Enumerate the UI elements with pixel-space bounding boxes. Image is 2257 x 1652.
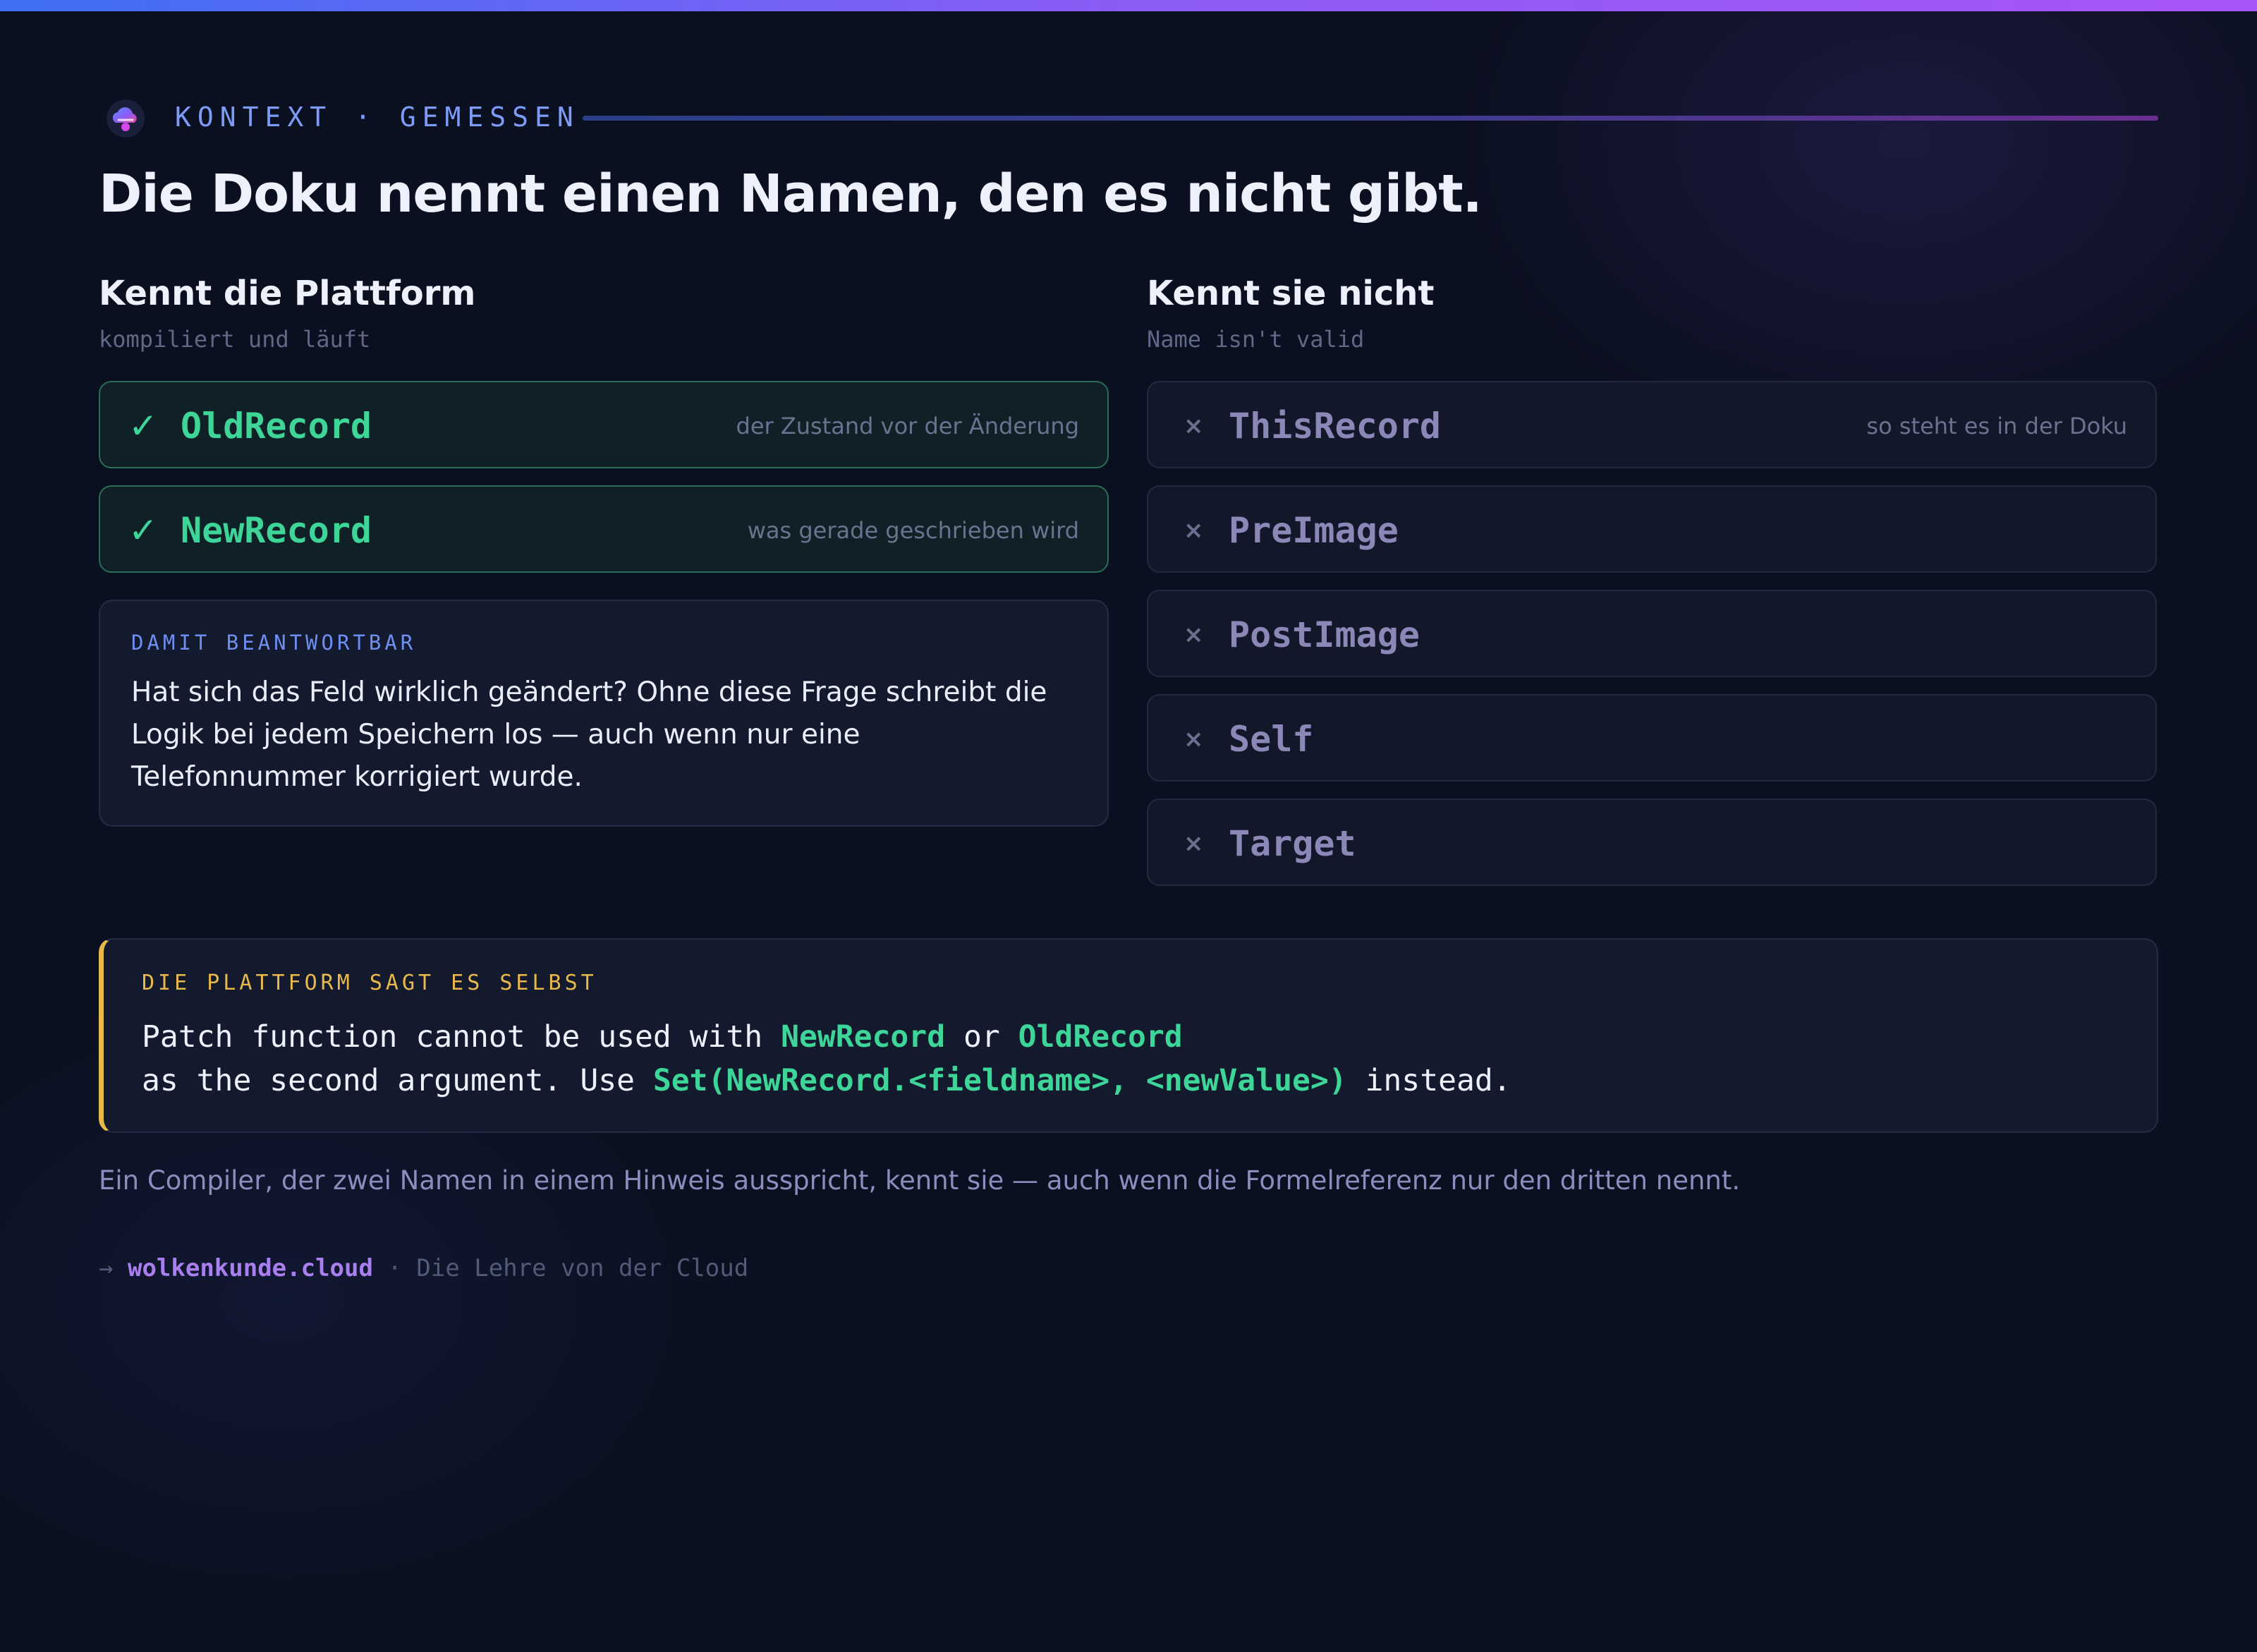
top-gradient-bar: [0, 0, 2257, 11]
code-highlight: NewRecord: [781, 1019, 946, 1055]
unknown-item-name: Target: [1229, 823, 1356, 864]
known-item-newrecord: ✓ NewRecord was gerade geschrieben wird: [99, 485, 1109, 573]
eyebrow-divider: [583, 116, 2158, 121]
site-link[interactable]: wolkenkunde.cloud: [128, 1254, 373, 1282]
known-subheading: kompiliert und läuft: [99, 326, 371, 353]
known-item-oldrecord: ✓ OldRecord der Zustand vor der Änderung: [99, 381, 1109, 468]
unknown-heading: Kennt sie nicht: [1147, 274, 1435, 313]
unknown-item-preimage: × PreImage: [1147, 485, 2157, 573]
unknown-names-column: Kennt sie nicht Name isn't valid × ThisR…: [1147, 274, 2157, 886]
unknown-item-name: PostImage: [1229, 614, 1420, 655]
code-highlight: Set(NewRecord.<fieldname>, <newValue>): [652, 1063, 1347, 1098]
unknown-subheading: Name isn't valid: [1147, 326, 1365, 353]
cross-icon: ×: [1184, 621, 1204, 649]
eyebrow-label: KONTEXT · GEMESSEN: [175, 102, 580, 133]
known-item-note: der Zustand vor der Änderung: [736, 413, 1080, 439]
platform-quote: DIE PLATTFORM SAGT ES SELBST Patch funct…: [99, 938, 2158, 1133]
cross-icon: ×: [1184, 830, 1204, 858]
page-title: Die Doku nennt einen Namen, den es nicht…: [99, 164, 1483, 224]
summary-text: Ein Compiler, der zwei Namen in einem Hi…: [99, 1165, 1741, 1196]
unknown-item-name: Self: [1229, 719, 1314, 760]
known-heading: Kennt die Plattform: [99, 274, 476, 313]
cross-icon: ×: [1184, 725, 1204, 753]
quote-line-2: as the second argument. Use Set(NewRecor…: [142, 1059, 1511, 1102]
quote-text: Patch function cannot be used with: [142, 1019, 781, 1055]
answerable-text: Hat sich das Feld wirklich geändert? Ohn…: [131, 676, 1047, 793]
code-highlight: OldRecord: [1018, 1019, 1183, 1055]
unknown-item-name: ThisRecord: [1229, 406, 1442, 447]
known-names-column: Kennt die Plattform kompiliert und läuft…: [99, 274, 1109, 827]
quote-text: instead.: [1346, 1063, 1511, 1098]
quote-line-1: Patch function cannot be used with NewRe…: [142, 1016, 1183, 1058]
cloud-logo-icon: [106, 99, 145, 138]
known-item-name: OldRecord: [181, 406, 372, 447]
known-item-note: was gerade geschrieben wird: [747, 517, 1079, 544]
quote-text: as the second argument. Use: [142, 1063, 653, 1098]
cross-icon: ×: [1184, 412, 1204, 440]
check-icon: ✓: [128, 510, 158, 551]
check-icon: ✓: [128, 406, 158, 447]
unknown-item-target: × Target: [1147, 798, 2157, 886]
cross-icon: ×: [1184, 516, 1204, 545]
quote-text: or: [945, 1019, 1018, 1055]
eyebrow: KONTEXT · GEMESSEN: [99, 96, 2158, 138]
unknown-item-thisrecord: × ThisRecord so steht es in der Doku: [1147, 381, 2157, 468]
unknown-item-postimage: × PostImage: [1147, 590, 2157, 677]
unknown-item-name: PreImage: [1229, 510, 1399, 551]
answerable-label: DAMIT BEANTWORTBAR: [131, 631, 417, 655]
answerable-callout: DAMIT BEANTWORTBAR Hat sich das Feld wir…: [99, 600, 1109, 827]
footer-tagline: · Die Lehre von der Cloud: [372, 1254, 749, 1282]
unknown-item-self: × Self: [1147, 694, 2157, 782]
quote-label: DIE PLATTFORM SAGT ES SELBST: [142, 971, 597, 995]
known-item-name: NewRecord: [181, 510, 372, 551]
arrow-right-icon: →: [99, 1254, 114, 1282]
unknown-item-note: so steht es in der Doku: [1866, 413, 2127, 439]
footer: → wolkenkunde.cloud · Die Lehre von der …: [99, 1254, 748, 1282]
